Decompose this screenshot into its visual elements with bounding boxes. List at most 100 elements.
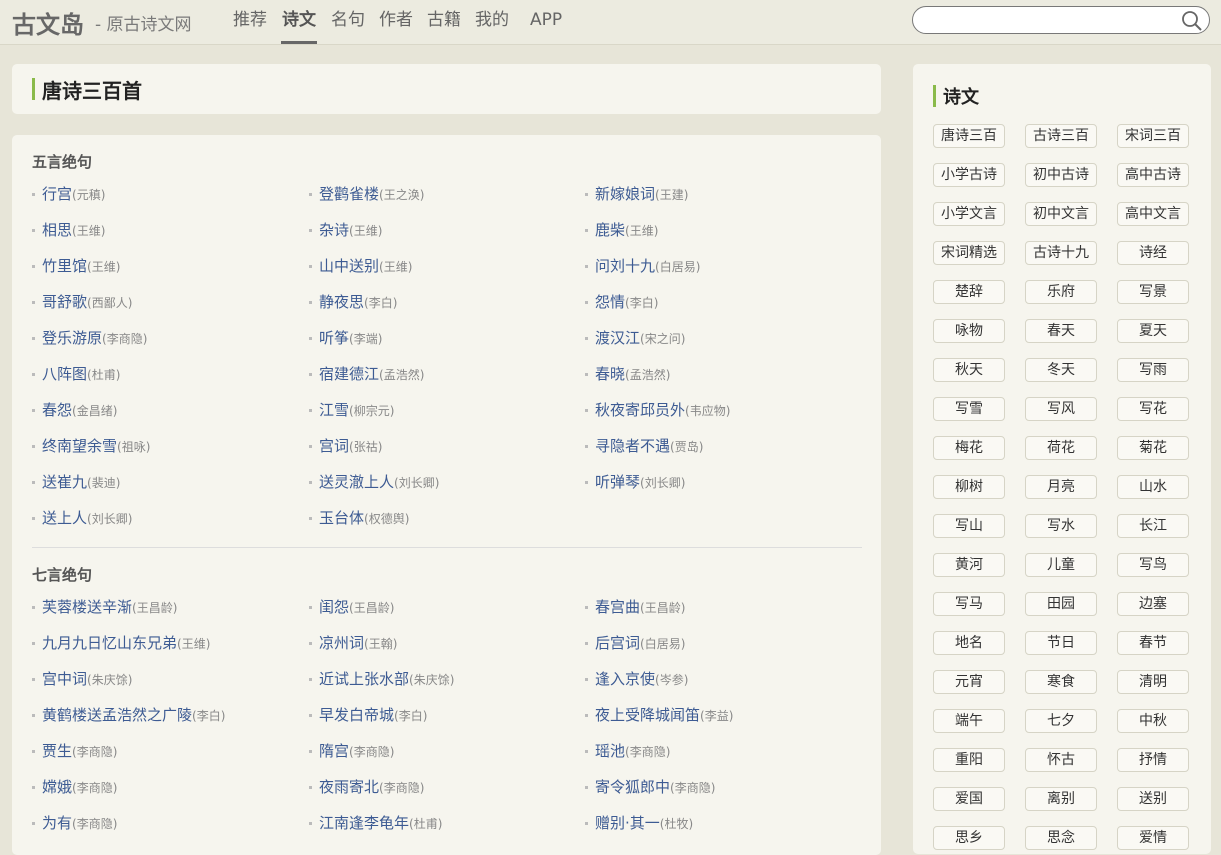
- poem-link[interactable]: 八阵图(杜甫): [32, 364, 309, 400]
- poem-title[interactable]: 芙蓉楼送辛渐: [42, 598, 132, 616]
- sidebar-tag[interactable]: 古诗十九: [1025, 241, 1097, 265]
- nav-item[interactable]: 作者: [379, 0, 413, 44]
- search-input[interactable]: [925, 7, 1189, 33]
- nav-item[interactable]: 古籍: [427, 0, 461, 44]
- poem-title[interactable]: 问刘十九: [595, 257, 655, 275]
- sidebar-tag[interactable]: 月亮: [1025, 475, 1097, 499]
- search-icon[interactable]: [1181, 10, 1203, 32]
- sidebar-tag[interactable]: 边塞: [1117, 592, 1189, 616]
- sidebar-tag[interactable]: 思念: [1025, 826, 1097, 850]
- poem-title[interactable]: 春怨: [42, 401, 72, 419]
- poem-title[interactable]: 静夜思: [319, 293, 364, 311]
- poem-link[interactable]: 赠别·其一(杜牧): [585, 813, 862, 849]
- poem-link[interactable]: 听筝(李端): [309, 328, 585, 364]
- poem-title[interactable]: 为有: [42, 814, 72, 832]
- poem-link[interactable]: 哥舒歌(西鄙人): [32, 292, 309, 328]
- poem-link[interactable]: 春晓(孟浩然): [585, 364, 862, 400]
- sidebar-tag[interactable]: 田园: [1025, 592, 1097, 616]
- poem-title[interactable]: 春晓: [595, 365, 625, 383]
- poem-link[interactable]: 隋宫(李商隐): [309, 741, 585, 777]
- poem-title[interactable]: 竹里馆: [42, 257, 87, 275]
- sidebar-tag[interactable]: 梅花: [933, 436, 1005, 460]
- poem-title[interactable]: 闺怨: [319, 598, 349, 616]
- sidebar-tag[interactable]: 怀古: [1025, 748, 1097, 772]
- poem-title[interactable]: 登乐游原: [42, 329, 102, 347]
- sidebar-tag[interactable]: 唐诗三百: [933, 124, 1005, 148]
- poem-link[interactable]: 芙蓉楼送辛渐(王昌龄): [32, 597, 309, 633]
- sidebar-tag[interactable]: 寒食: [1025, 670, 1097, 694]
- poem-title[interactable]: 凉州词: [319, 634, 364, 652]
- sidebar-tag[interactable]: 初中文言: [1025, 202, 1097, 226]
- poem-link[interactable]: 登乐游原(李商隐): [32, 328, 309, 364]
- sidebar-tag[interactable]: 离别: [1025, 787, 1097, 811]
- sidebar-tag[interactable]: 楚辞: [933, 280, 1005, 304]
- poem-title[interactable]: 夜雨寄北: [319, 778, 379, 796]
- poem-title[interactable]: 江雪: [319, 401, 349, 419]
- poem-title[interactable]: 山中送别: [319, 257, 379, 275]
- sidebar-tag[interactable]: 山水: [1117, 475, 1189, 499]
- sidebar-tag[interactable]: 思乡: [933, 826, 1005, 850]
- poem-link[interactable]: 问刘十九(白居易): [585, 256, 862, 292]
- poem-link[interactable]: 嫦娥(李商隐): [32, 777, 309, 813]
- sidebar-tag[interactable]: 清明: [1117, 670, 1189, 694]
- poem-title[interactable]: 玉台体: [319, 509, 364, 527]
- sidebar-tag[interactable]: 秋天: [933, 358, 1005, 382]
- poem-link[interactable]: 行宫(元稹): [32, 184, 309, 220]
- sidebar-tag[interactable]: 小学古诗: [933, 163, 1005, 187]
- sidebar-tag[interactable]: 中秋: [1117, 709, 1189, 733]
- sidebar-tag[interactable]: 初中古诗: [1025, 163, 1097, 187]
- sidebar-tag[interactable]: 长江: [1117, 514, 1189, 538]
- nav-item[interactable]: APP: [530, 0, 562, 44]
- sidebar-tag[interactable]: 地名: [933, 631, 1005, 655]
- sidebar-tag[interactable]: 春节: [1117, 631, 1189, 655]
- sidebar-tag[interactable]: 重阳: [933, 748, 1005, 772]
- sidebar-tag[interactable]: 儿童: [1025, 553, 1097, 577]
- sidebar-tag[interactable]: 节日: [1025, 631, 1097, 655]
- sidebar-tag[interactable]: 写水: [1025, 514, 1097, 538]
- poem-title[interactable]: 八阵图: [42, 365, 87, 383]
- sidebar-tag[interactable]: 端午: [933, 709, 1005, 733]
- poem-title[interactable]: 近试上张水部: [319, 670, 409, 688]
- sidebar-tag[interactable]: 高中古诗: [1117, 163, 1189, 187]
- poem-link[interactable]: 送崔九(裴迪): [32, 472, 309, 508]
- sidebar-tag[interactable]: 咏物: [933, 319, 1005, 343]
- poem-title[interactable]: 杂诗: [319, 221, 349, 239]
- poem-title[interactable]: 宿建德江: [319, 365, 379, 383]
- poem-link[interactable]: 宫词(张祜): [309, 436, 585, 472]
- sidebar-tag[interactable]: 冬天: [1025, 358, 1097, 382]
- poem-title[interactable]: 行宫: [42, 185, 72, 203]
- poem-link[interactable]: 江雪(柳宗元): [309, 400, 585, 436]
- sidebar-tag[interactable]: 爱国: [933, 787, 1005, 811]
- sidebar-tag[interactable]: 菊花: [1117, 436, 1189, 460]
- poem-link[interactable]: 闺怨(王昌龄): [309, 597, 585, 633]
- poem-link[interactable]: 终南望余雪(祖咏): [32, 436, 309, 472]
- sidebar-tag[interactable]: 黄河: [933, 553, 1005, 577]
- poem-title[interactable]: 听筝: [319, 329, 349, 347]
- poem-link[interactable]: 渡汉江(宋之问): [585, 328, 862, 364]
- poem-link[interactable]: 登鹳雀楼(王之涣): [309, 184, 585, 220]
- poem-title[interactable]: 鹿柴: [595, 221, 625, 239]
- poem-title[interactable]: 怨情: [595, 293, 625, 311]
- sidebar-tag[interactable]: 小学文言: [933, 202, 1005, 226]
- poem-title[interactable]: 黄鹤楼送孟浩然之广陵: [42, 706, 192, 724]
- poem-link[interactable]: 近试上张水部(朱庆馀): [309, 669, 585, 705]
- poem-title[interactable]: 送上人: [42, 509, 87, 527]
- sidebar-tag[interactable]: 送别: [1117, 787, 1189, 811]
- sidebar-tag[interactable]: 荷花: [1025, 436, 1097, 460]
- sidebar-tag[interactable]: 写马: [933, 592, 1005, 616]
- poem-title[interactable]: 贾生: [42, 742, 72, 760]
- poem-link[interactable]: 寻隐者不遇(贾岛): [585, 436, 862, 472]
- poem-title[interactable]: 送灵澈上人: [319, 473, 394, 491]
- sidebar-tag[interactable]: 写鸟: [1117, 553, 1189, 577]
- poem-link[interactable]: 贾生(李商隐): [32, 741, 309, 777]
- poem-title[interactable]: 新嫁娘词: [595, 185, 655, 203]
- sidebar-tag[interactable]: 七夕: [1025, 709, 1097, 733]
- poem-link[interactable]: 宫中词(朱庆馀): [32, 669, 309, 705]
- nav-item[interactable]: 推荐: [233, 0, 267, 44]
- poem-link[interactable]: 山中送别(王维): [309, 256, 585, 292]
- poem-title[interactable]: 寻隐者不遇: [595, 437, 670, 455]
- poem-title[interactable]: 春宫曲: [595, 598, 640, 616]
- sidebar-tag[interactable]: 春天: [1025, 319, 1097, 343]
- sidebar-tag[interactable]: 柳树: [933, 475, 1005, 499]
- sidebar-tag[interactable]: 乐府: [1025, 280, 1097, 304]
